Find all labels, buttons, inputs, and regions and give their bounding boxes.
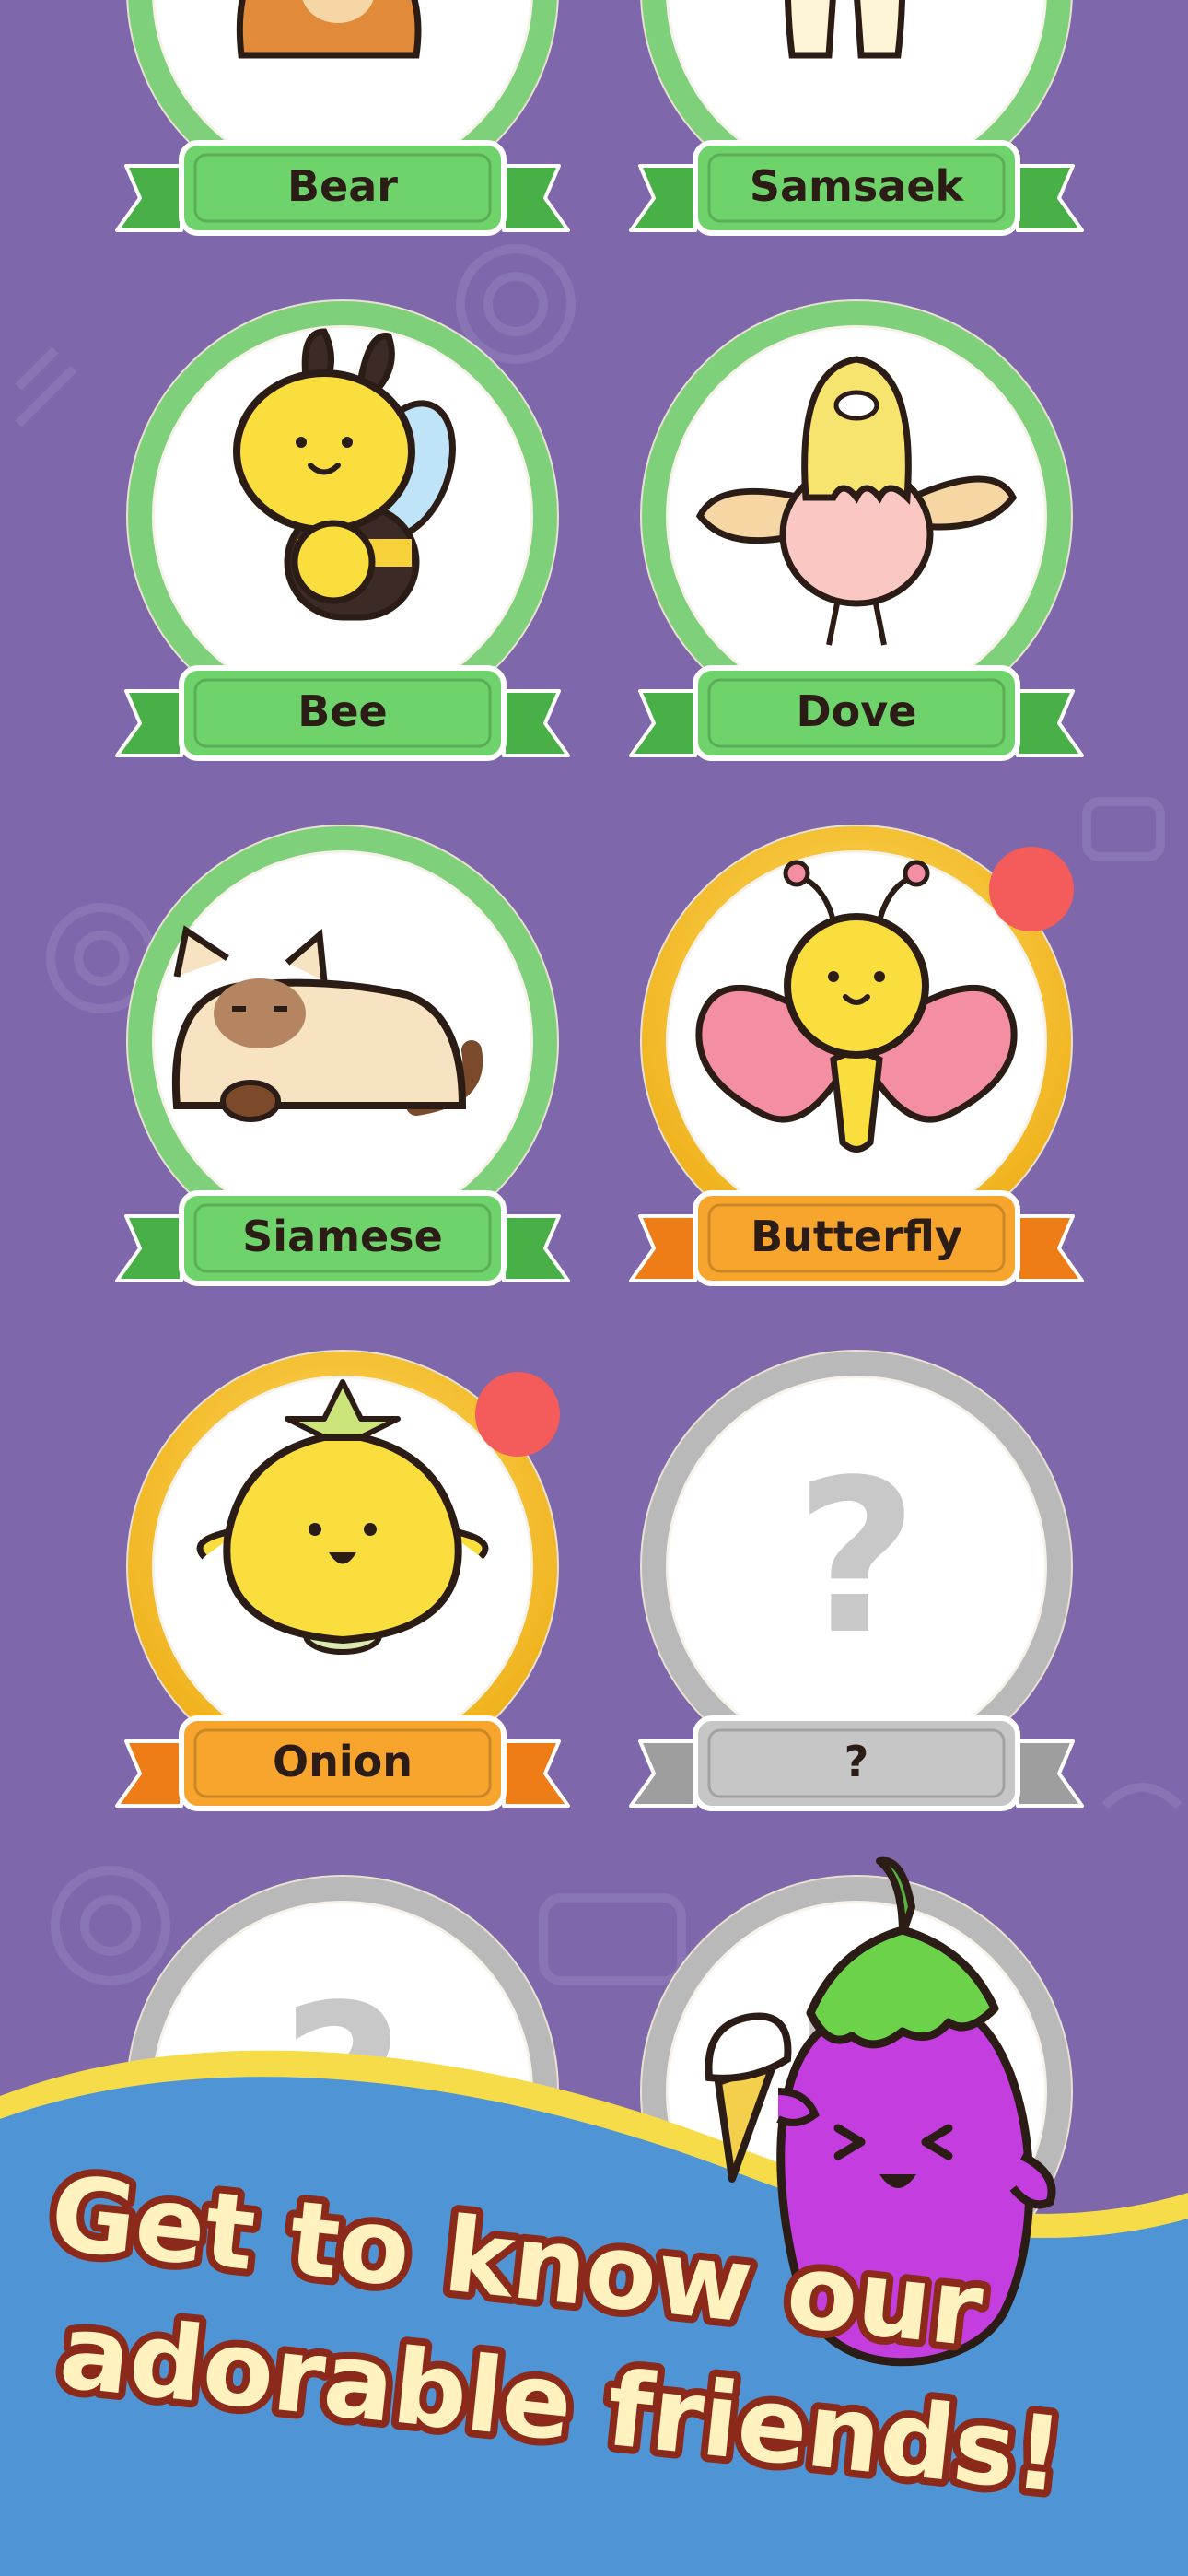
card-name-label: Onion: [273, 1737, 413, 1786]
friend-card[interactable]: Bear: [115, 0, 570, 236]
card-name-label: ?: [844, 1737, 869, 1786]
card-name-ribbon: Dove: [629, 665, 1084, 761]
collection-screen: Bear Samsaek Bee Dove Siamese Butterfly Onion?…: [0, 0, 1188, 2576]
friend-card[interactable]: Butterfly: [629, 825, 1084, 1286]
card-name-ribbon: Bear: [115, 140, 570, 236]
card-name-label: Siamese: [242, 1212, 443, 1261]
card-name-ribbon: Butterfly: [629, 1190, 1084, 1286]
card-name-label: Samsaek: [750, 161, 965, 211]
friend-card[interactable]: Onion: [115, 1350, 570, 1811]
friend-card[interactable]: Bee: [115, 299, 570, 761]
new-badge-dot: [989, 847, 1074, 931]
card-name-ribbon: Onion: [115, 1715, 570, 1811]
friend-card[interactable]: ??: [629, 1350, 1084, 1811]
new-badge-dot: [475, 1372, 560, 1457]
svg-text:?: ?: [795, 1435, 917, 1681]
question-mark-icon: ?: [795, 1435, 917, 1681]
card-name-label: Dove: [797, 686, 917, 736]
card-name-ribbon: Siamese: [115, 1190, 570, 1286]
bear-icon: [236, 0, 422, 59]
friend-card[interactable]: Dove: [629, 299, 1084, 761]
card-name-ribbon: Samsaek: [629, 140, 1084, 236]
card-name-ribbon: Bee: [115, 665, 570, 761]
card-name-ribbon: ?: [629, 1715, 1084, 1811]
collection-scene: Bear Samsaek Bee Dove Siamese Butterfly Onion?…: [0, 0, 1188, 2576]
card-name-label: Bear: [287, 161, 398, 211]
card-name-label: Butterfly: [751, 1212, 962, 1261]
card-name-label: Bee: [297, 686, 387, 736]
friend-card[interactable]: Samsaek: [629, 0, 1084, 236]
friend-card[interactable]: Siamese: [115, 825, 570, 1286]
